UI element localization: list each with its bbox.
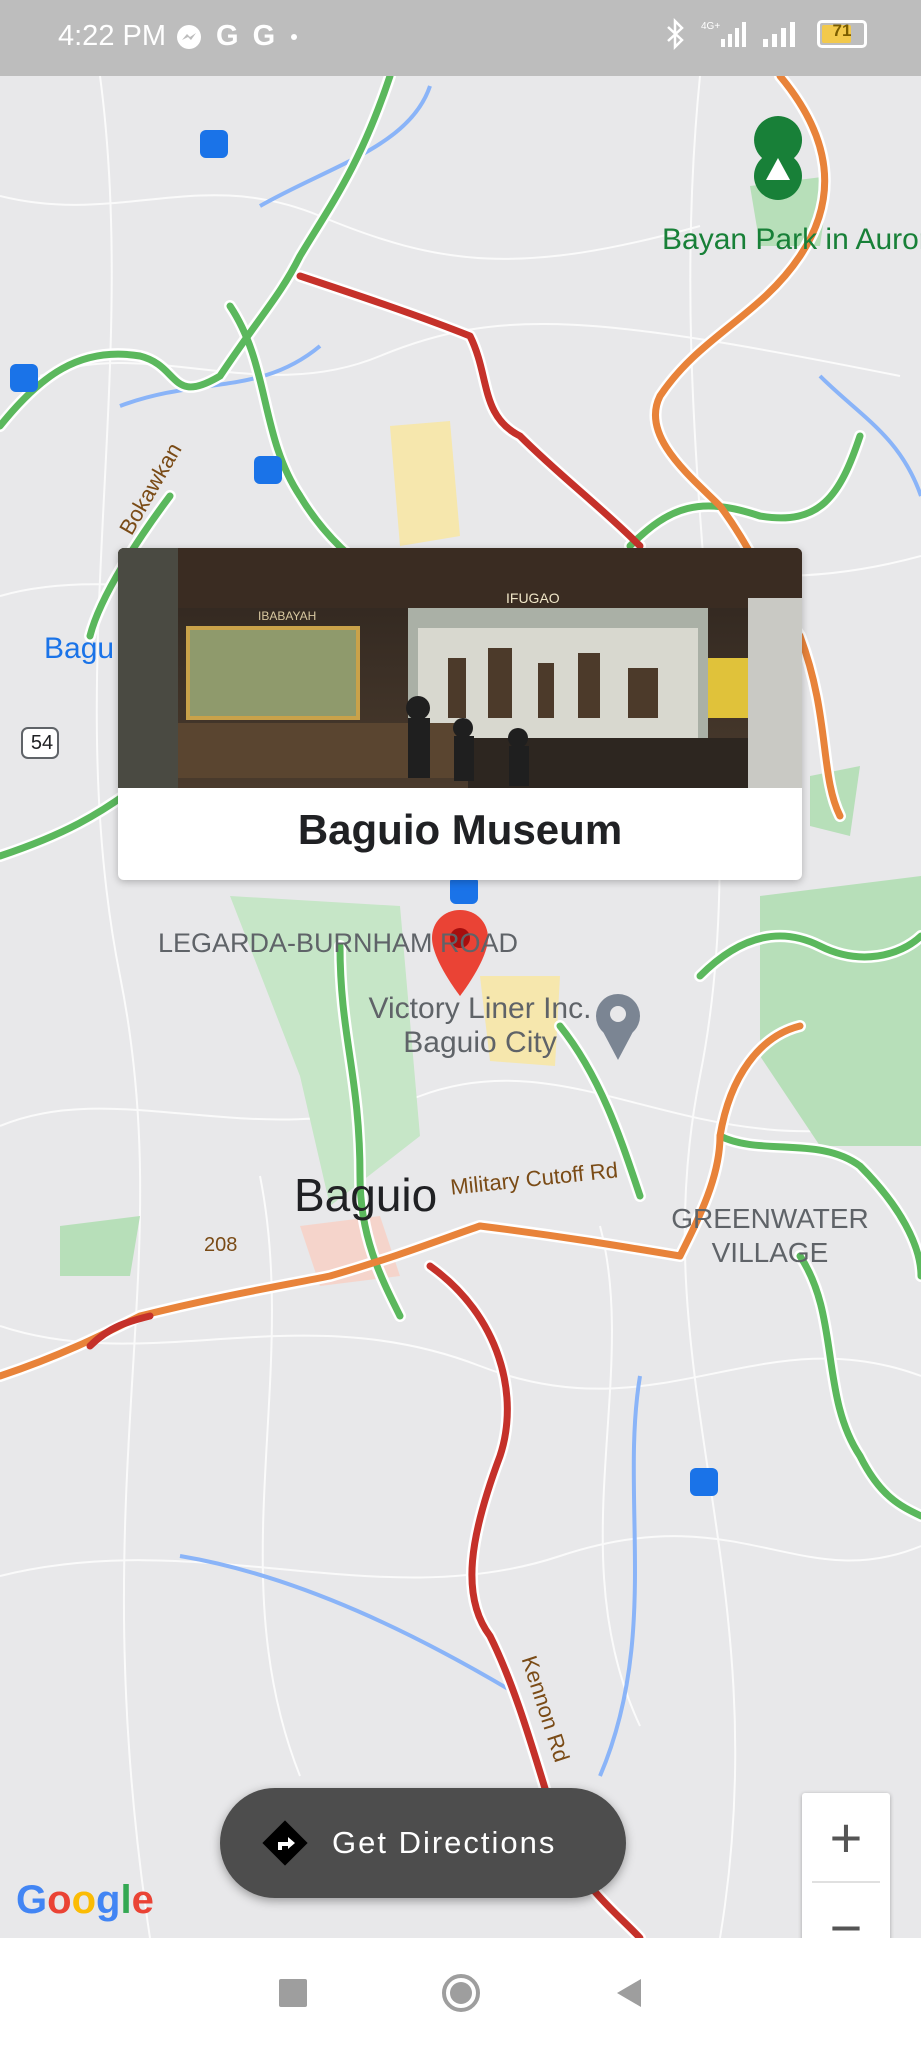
map-label-park[interactable]: Bayan Park in Aurora Hill xyxy=(662,222,921,258)
map-view[interactable]: Bayan Park in Aurora Hill Bokawkan Bagu … xyxy=(0,76,921,1938)
google-icon: G xyxy=(216,20,239,52)
place-title: Baguio Museum xyxy=(297,806,623,853)
directions-icon xyxy=(262,1820,308,1866)
signal-icon xyxy=(763,22,795,47)
map-label-greenwater: GREENWATER VILLAGE xyxy=(671,1203,869,1268)
map-label-baguio-side: Bagu xyxy=(44,632,115,665)
route-shield-54: 54 xyxy=(30,732,54,754)
zoom-out-button[interactable]: − xyxy=(802,1883,890,1939)
status-system-icons: 4G+ 71 xyxy=(665,18,867,50)
google-logo: Google xyxy=(16,1878,154,1922)
back-triangle-icon[interactable] xyxy=(611,1975,647,2011)
status-time: 4:22 PM xyxy=(58,20,166,52)
place-photo: IBABAYAH IFUGAO xyxy=(118,548,802,788)
get-directions-button[interactable]: Get Directions xyxy=(220,1788,626,1898)
home-circle-icon[interactable] xyxy=(441,1973,481,2013)
svg-text:4G+: 4G+ xyxy=(701,21,720,32)
map-label-legarda: LEGARDA-BURNHAM ROAD xyxy=(158,928,519,958)
battery-level: 71 xyxy=(832,21,852,40)
recents-square-icon[interactable] xyxy=(275,1975,311,2011)
google-icon: G xyxy=(252,20,276,52)
place-info-card[interactable]: IBABAYAH IFUGAO Baguio Museum xyxy=(118,548,802,880)
map-label-city: Baguio xyxy=(294,1169,438,1221)
dot-icon xyxy=(291,33,298,40)
messenger-icon xyxy=(177,24,201,49)
battery-icon: 71 xyxy=(817,20,867,48)
4g-signal-icon: 4G+ xyxy=(701,21,746,47)
system-nav-bar xyxy=(0,1938,921,2048)
zoom-controls: + − xyxy=(802,1793,890,1938)
map-label-route-208: 208 xyxy=(204,1234,238,1256)
get-directions-label: Get Directions xyxy=(332,1825,557,1860)
status-bar: 4:22 PM G G 4G+ 71 xyxy=(0,0,921,76)
photo-label-ibabayah: IBABAYAH xyxy=(258,609,316,623)
bluetooth-icon xyxy=(667,18,684,50)
park-marker-icon xyxy=(754,116,803,200)
zoom-in-button[interactable]: + xyxy=(802,1793,890,1881)
photo-label-ifugao: IFUGAO xyxy=(506,590,560,606)
status-notification-icons: G G xyxy=(176,20,299,53)
map-label-victory-liner[interactable]: Victory Liner Inc. Baguio City xyxy=(360,992,600,1060)
